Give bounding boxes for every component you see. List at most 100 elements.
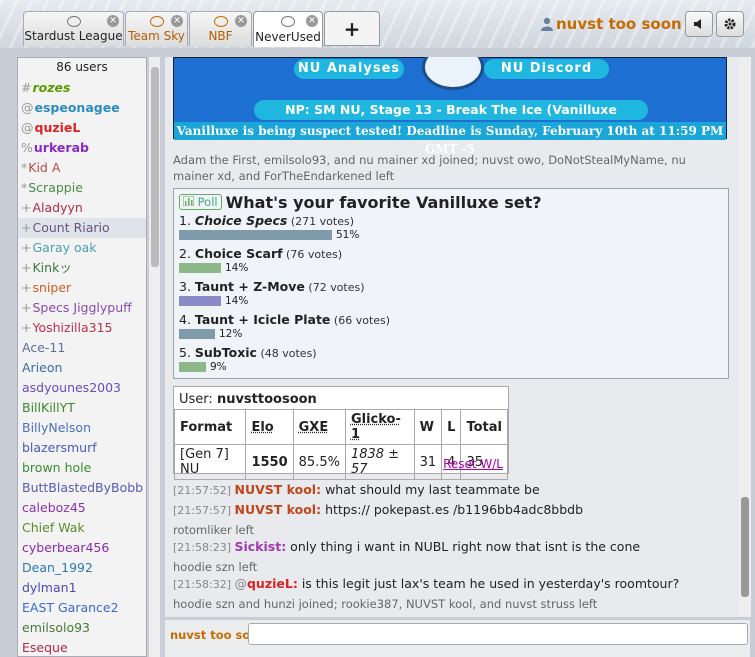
user-list-item[interactable]: @espeonagee (18, 98, 146, 118)
user-list-item[interactable]: dylman1 (18, 578, 146, 598)
room-banner[interactable]: NU Analyses NU Discord NP: SM NU, Stage … (173, 57, 727, 156)
now-playing-link[interactable]: NP: SM NU, Stage 13 - Break The Ice (Van… (254, 100, 648, 137)
user-group-symbol: # (21, 80, 32, 95)
user-name: brown hole (22, 460, 92, 475)
user-name: dylman1 (22, 580, 77, 595)
user-name: Chief Wak (22, 520, 85, 535)
chat-message: [21:57:57] NUVST kool: https:// pokepast… (173, 502, 584, 517)
chat-input[interactable] (248, 623, 748, 645)
poll-percent: 12% (219, 328, 243, 340)
bar-chart-icon (182, 195, 195, 207)
user-list-item[interactable]: asdyounes2003 (18, 378, 146, 398)
user-group-symbol: + (21, 240, 32, 255)
user-list-item[interactable]: +Count Riario (18, 218, 146, 238)
poll-option: 3. Taunt + Z-Move (72 votes) (179, 279, 365, 294)
user-list-item[interactable]: BillyNelson (18, 418, 146, 438)
user-list-item[interactable]: #rozes (18, 78, 146, 98)
message-author[interactable]: NUVST kool: (234, 502, 321, 517)
user-name: Scrappie (28, 180, 83, 195)
current-username[interactable]: nuvst too soon (556, 15, 682, 33)
user-name: sniper (32, 280, 72, 295)
chat-bubble-icon (281, 16, 295, 27)
close-icon[interactable]: ✕ (107, 15, 119, 27)
user-stats: User: nuvsttoosoon Format Elo GXE Glicko-1 W… (173, 386, 509, 480)
user-list-item[interactable]: BillKillYT (18, 398, 146, 418)
user-name: Kid A (28, 160, 61, 175)
options-button[interactable] (716, 11, 744, 37)
user-list-item[interactable]: @quzieL (18, 118, 146, 138)
tab-team-sky[interactable]: ✕ Team Sky (125, 11, 188, 46)
user-name: EAST Garance2 (22, 600, 119, 615)
tab-neverused[interactable]: ✕ NeverUsed (253, 11, 323, 47)
chat-bubble-icon (66, 16, 81, 27)
user-list-scrollbar[interactable] (148, 57, 160, 657)
user-name: quzieL (34, 120, 81, 135)
user-name: BillyNelson (22, 420, 91, 435)
user-list-item[interactable]: ButtBlastedByBobb (18, 478, 146, 498)
user-list-item[interactable]: Chief Wak (18, 518, 146, 538)
user-name: emilsolo93 (22, 620, 90, 635)
user-list-item[interactable]: *Kid A (18, 158, 146, 178)
user-group-symbol: * (21, 160, 28, 175)
poll-bar (179, 329, 215, 339)
tab-label: NBF (208, 29, 233, 43)
user-list-item[interactable]: *Scrappie (18, 178, 146, 198)
user-name: BillKillYT (22, 400, 75, 415)
close-icon[interactable]: ✕ (306, 15, 318, 27)
tab-nbf[interactable]: ✕ NBF (189, 11, 252, 46)
user-name: rozes (32, 80, 71, 95)
stats-cell: 85.5% (292, 444, 346, 480)
user-list-item[interactable]: Eseque (18, 638, 146, 656)
stats-cell: 1838 ± 57 (344, 444, 415, 480)
user-group-symbol: + (21, 300, 32, 315)
message-author[interactable]: @quzieL: (234, 576, 297, 591)
sound-button[interactable] (685, 11, 713, 37)
user-list-item[interactable]: caleboz45 (18, 498, 146, 518)
user-name: ButtBlastedByBobb (22, 480, 144, 495)
user-list-item[interactable]: Dean_1992 (18, 558, 146, 578)
nu-analyses-link[interactable]: NU Analyses (294, 59, 404, 79)
top-bar: ✕ Stardust League ✕ Team Sky ✕ NBF ✕ Nev… (0, 0, 755, 48)
user-list-item[interactable]: Arieon (18, 358, 146, 378)
suspect-notice: Vanilluxe is being suspect tested! Deadl… (174, 122, 726, 156)
stats-user: User: nuvsttoosoon (179, 392, 317, 407)
reset-wl-link[interactable]: Reset W/L (443, 457, 503, 471)
close-icon[interactable]: ✕ (171, 15, 183, 27)
user-list-item[interactable]: +Garay oak (18, 238, 146, 258)
user-name: Garay oak (32, 240, 97, 255)
join-leave-notice: hoodie szn left (173, 560, 258, 574)
tab-label: Stardust League (24, 29, 123, 43)
user-icon (541, 17, 553, 31)
user-list-item[interactable]: +Specs Jigglypuff (18, 298, 146, 318)
poll-question: Poll What's your favorite Vanilluxe set? (179, 193, 542, 212)
user-list-item[interactable]: emilsolo93 (18, 618, 146, 638)
user-group-symbol: + (21, 320, 32, 335)
add-tab-button[interactable]: + (324, 11, 380, 46)
chat-scrollbar[interactable] (739, 57, 751, 617)
poll-option: 2. Choice Scarf (76 votes) (179, 246, 343, 261)
user-list-item[interactable]: blazersmurf (18, 438, 146, 458)
tab-label: Team Sky (128, 29, 185, 43)
user-list-item[interactable]: +Kinkッ (18, 258, 146, 278)
user-list-item[interactable]: +Yoshizilla315 (18, 318, 146, 338)
chat-message: [21:57:52] NUVST kool: what should my la… (173, 482, 540, 497)
poll: Poll What's your favorite Vanilluxe set?… (173, 188, 729, 379)
user-list-item[interactable]: brown hole (18, 458, 146, 478)
user-list-item[interactable]: +sniper (18, 278, 146, 298)
message-author[interactable]: Sickist: (234, 539, 286, 554)
nu-discord-link[interactable]: NU Discord (484, 59, 609, 79)
chat-message: [21:58:32] @quzieL: is this legit just l… (173, 576, 680, 591)
user-list-item[interactable]: EAST Garance2 (18, 598, 146, 618)
close-icon[interactable]: ✕ (235, 15, 247, 27)
stats-header: Glicko-1 (344, 409, 415, 445)
tab-stardust-league[interactable]: ✕ Stardust League (23, 11, 124, 46)
user-list-item[interactable]: %urkerab (18, 138, 146, 158)
user-name: Ace-11 (22, 340, 66, 355)
message-author[interactable]: NUVST kool: (234, 482, 321, 497)
stats-cell: 31 (413, 444, 443, 480)
user-list-item[interactable]: cyberbear456 (18, 538, 146, 558)
user-list-item[interactable]: Ace-11 (18, 338, 146, 358)
user-list-item[interactable]: +Aladyyn (18, 198, 146, 218)
join-leave-notice: hoodie szn and hunzi joined; rookie387, … (173, 597, 598, 611)
stats-header: Elo (245, 409, 294, 445)
